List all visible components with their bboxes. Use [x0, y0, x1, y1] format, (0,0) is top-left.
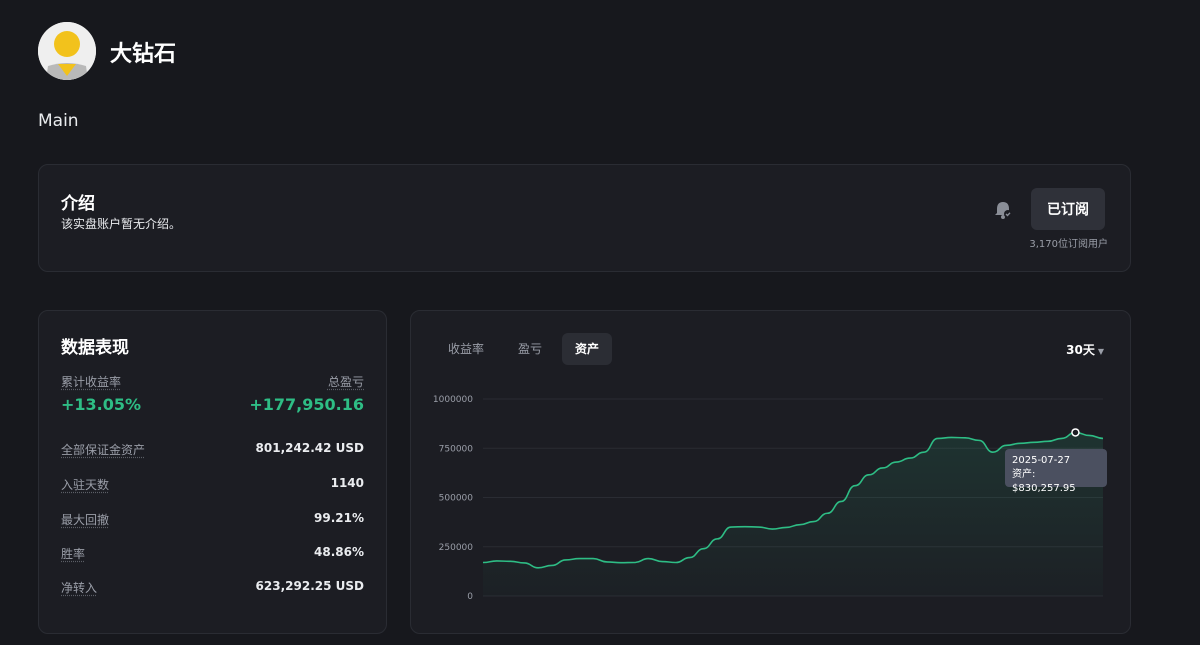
stats-card: 数据表现 累计收益率 +13.05% 总盈亏 +177,950.16 全部保证金…: [38, 310, 387, 634]
y-tick-label: 750000: [439, 444, 474, 454]
metric-value: 801,242.42 USD: [255, 441, 364, 455]
tab-return-rate[interactable]: 收益率: [435, 333, 497, 365]
cumulative-return-label[interactable]: 累计收益率: [61, 373, 121, 390]
tooltip-date: 2025-07-27: [1012, 455, 1071, 466]
chart-tooltip: 2025-07-27 资产: $830,257.95: [1005, 449, 1107, 494]
metric-row: 全部保证金资产 801,242.42 USD: [61, 441, 364, 461]
metric-row: 入驻天数 1140: [61, 476, 364, 496]
username: 大钻石: [110, 42, 177, 67]
metric-row: 净转入 623,292.25 USD: [61, 579, 364, 599]
time-range-value: 30天: [1066, 343, 1095, 357]
metric-row: 胜率 48.86%: [61, 545, 364, 565]
tab-assets[interactable]: 资产: [562, 333, 613, 365]
y-tick-label: 500000: [439, 494, 474, 504]
intro-card: 介绍 该实盘账户暂无介绍。 已订阅 3,170位订阅用户: [38, 164, 1131, 272]
account-label: Main: [38, 111, 79, 131]
highlight-point: [1071, 428, 1080, 437]
stats-title: 数据表现: [61, 338, 129, 358]
avatar: [38, 22, 96, 80]
metric-value: 623,292.25 USD: [255, 579, 364, 593]
metric-label[interactable]: 入驻天数: [61, 476, 109, 493]
metric-value: 99.21%: [314, 511, 364, 525]
metric-row: 最大回撤 99.21%: [61, 511, 364, 531]
notification-bell-icon[interactable]: [992, 199, 1014, 221]
metric-label[interactable]: 最大回撤: [61, 511, 109, 528]
metric-value: 1140: [330, 476, 364, 490]
avatar-figure-icon: [38, 22, 96, 80]
tooltip-value: 资产: $830,257.95: [1012, 469, 1076, 494]
tab-pnl[interactable]: 盈亏: [505, 333, 555, 365]
intro-text: 该实盘账户暂无介绍。: [61, 217, 182, 231]
total-pnl-label[interactable]: 总盈亏: [328, 373, 364, 390]
metric-value: 48.86%: [314, 545, 364, 559]
subscriber-count: 3,170位订阅用户: [1029, 239, 1108, 250]
intro-title: 介绍: [61, 194, 95, 214]
metric-label[interactable]: 净转入: [61, 579, 97, 596]
cumulative-return-value: +13.05%: [61, 395, 142, 414]
y-tick-label: 250000: [439, 543, 474, 553]
y-tick-label: 1000000: [433, 395, 473, 405]
chart-card: 0 250000 500000 750000 1000000 收益率 盈亏 资产 30天…: [410, 310, 1131, 634]
y-tick-label: 0: [467, 592, 473, 602]
total-pnl-value: +177,950.16: [249, 395, 364, 414]
metric-label[interactable]: 全部保证金资产: [61, 441, 145, 458]
metric-label[interactable]: 胜率: [61, 545, 85, 562]
caret-down-icon: ▼: [1097, 347, 1104, 356]
subscribed-button[interactable]: 已订阅: [1031, 188, 1105, 230]
time-range-select[interactable]: 30天 ▼: [1066, 341, 1104, 358]
